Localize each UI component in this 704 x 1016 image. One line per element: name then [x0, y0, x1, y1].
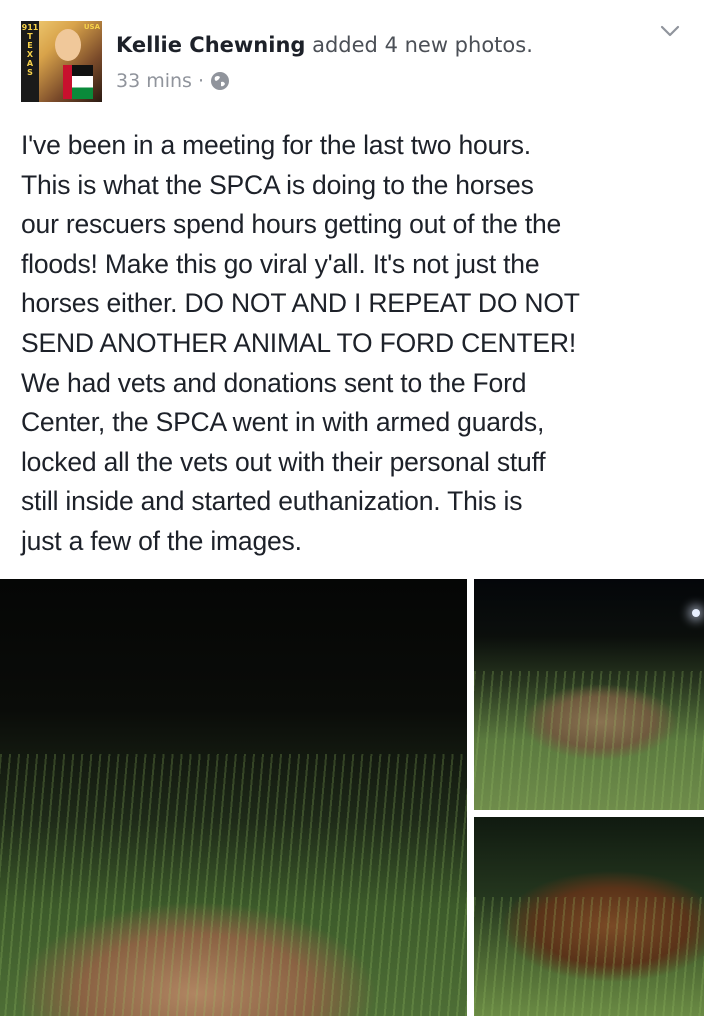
author-name-link[interactable]: Kellie Chewning	[116, 33, 305, 57]
post-timestamp[interactable]: 33 mins	[116, 70, 192, 92]
post-text-line: just a few of the images.	[21, 525, 302, 556]
post-photo-main[interactable]	[0, 579, 467, 1016]
post-text-line: locked all the vets out with their perso…	[21, 446, 546, 477]
avatar-strip-letter: 911	[21, 23, 39, 32]
post-action-text: added 4 new photos.	[312, 33, 533, 57]
author-line: Kellie Chewning added 4 new photos.	[116, 30, 533, 60]
avatar-strip-letter: S	[27, 68, 33, 77]
post-text-line: our rescuers spend hours getting out of …	[21, 209, 562, 240]
post-text-line: horses either. DO NOT AND I REPEAT DO NO…	[21, 288, 580, 319]
avatar-strip-letter: T	[27, 32, 33, 41]
post-text-line: I've been in a meeting for the last two …	[21, 130, 531, 160]
post-meta: 33 mins ·	[116, 70, 230, 92]
globe-icon	[211, 72, 229, 90]
avatar-strip-letter: X	[26, 50, 34, 59]
avatar-badge: USA	[83, 23, 100, 31]
post-photo-top-right[interactable]	[474, 579, 704, 810]
photo-grid	[0, 579, 704, 1016]
post-photo-bottom-right[interactable]	[474, 817, 704, 1016]
post-text-line: We had vets and donations sent to the Fo…	[21, 367, 527, 398]
photo-grass-texture	[474, 671, 704, 810]
photo-distant-light	[692, 609, 700, 617]
post-text-line: SEND ANOTHER ANIMAL TO FORD CENTER!	[21, 327, 576, 358]
author-avatar[interactable]: 911 T E X A S USA	[21, 21, 102, 102]
post-text-line: floods! Make this go viral y'all. It's n…	[21, 248, 540, 279]
photo-grass-texture	[474, 896, 704, 1016]
post-text-line: still inside and started euthanization. …	[21, 486, 523, 517]
avatar-strip-letter: E	[27, 41, 33, 50]
avatar-flag	[63, 65, 93, 99]
post-body-text: I've been in a meeting for the last two …	[21, 126, 691, 562]
post-header: 911 T E X A S USA Kellie Chewning added …	[0, 0, 704, 112]
chevron-down-icon[interactable]	[660, 24, 680, 38]
avatar-strip-letter: A	[26, 59, 34, 68]
avatar-face	[55, 29, 81, 61]
post-text-line: This is what the SPCA is doing to the ho…	[21, 169, 534, 200]
meta-separator: ·	[197, 70, 204, 92]
avatar-texas-strip: 911 T E X A S	[21, 21, 39, 102]
post-text-line: Center, the SPCA went in with armed guar…	[21, 407, 545, 438]
photo-grass-texture	[0, 753, 467, 1016]
